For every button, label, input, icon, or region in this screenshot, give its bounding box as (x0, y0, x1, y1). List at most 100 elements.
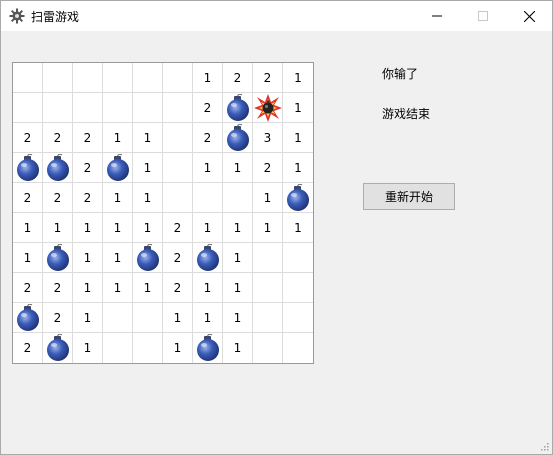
board-cell[interactable] (193, 333, 223, 363)
restart-button[interactable]: 重新开始 (363, 183, 455, 210)
board-cell[interactable]: 1 (163, 303, 193, 333)
board-cell[interactable]: 1 (193, 303, 223, 333)
board-cell[interactable]: 1 (103, 183, 133, 213)
board-cell[interactable]: 1 (43, 213, 73, 243)
board-cell[interactable]: 2 (193, 93, 223, 123)
board-cell[interactable] (13, 93, 43, 123)
board-cell[interactable] (13, 153, 43, 183)
board-cell[interactable] (223, 93, 253, 123)
board-cell[interactable]: 1 (103, 273, 133, 303)
board-cell[interactable]: 1 (223, 153, 253, 183)
board-cell[interactable] (133, 333, 163, 363)
board-cell[interactable] (103, 153, 133, 183)
board-cell[interactable]: 2 (13, 183, 43, 213)
board-cell[interactable] (253, 303, 283, 333)
board-cell[interactable] (163, 93, 193, 123)
board-cell[interactable] (193, 183, 223, 213)
board-cell[interactable]: 1 (133, 213, 163, 243)
board-cell[interactable]: 1 (133, 123, 163, 153)
board-cell[interactable]: 2 (43, 183, 73, 213)
maximize-button[interactable] (460, 1, 506, 31)
board-cell[interactable]: 1 (283, 93, 313, 123)
board-cell[interactable]: 2 (73, 183, 103, 213)
board-cell[interactable]: 1 (223, 303, 253, 333)
board-cell[interactable] (43, 153, 73, 183)
board-cell[interactable] (43, 93, 73, 123)
board-cell[interactable]: 3 (253, 123, 283, 153)
board-cell[interactable] (103, 63, 133, 93)
board-cell[interactable]: 1 (73, 213, 103, 243)
board-cell[interactable]: 2 (13, 123, 43, 153)
board-cell[interactable]: 2 (43, 273, 73, 303)
board-cell[interactable] (283, 243, 313, 273)
board-cell[interactable] (43, 63, 73, 93)
board-cell[interactable]: 1 (73, 273, 103, 303)
board-cell[interactable] (283, 303, 313, 333)
board-cell[interactable]: 2 (163, 213, 193, 243)
board-cell[interactable]: 1 (133, 273, 163, 303)
board-cell[interactable] (133, 243, 163, 273)
resize-grip-icon[interactable] (539, 441, 549, 451)
board-cell[interactable] (103, 333, 133, 363)
board-cell[interactable]: 1 (283, 123, 313, 153)
board-cell[interactable] (283, 273, 313, 303)
board-cell[interactable]: 2 (223, 63, 253, 93)
board-cell[interactable] (253, 93, 283, 123)
board-cell[interactable] (283, 183, 313, 213)
board-cell[interactable]: 2 (43, 303, 73, 333)
board-cell[interactable]: 1 (283, 153, 313, 183)
board-cell[interactable]: 1 (103, 123, 133, 153)
board-cell[interactable]: 1 (13, 243, 43, 273)
board-cell[interactable]: 1 (133, 153, 163, 183)
board-cell[interactable] (43, 243, 73, 273)
board-cell[interactable]: 1 (73, 243, 103, 273)
board-cell[interactable]: 1 (253, 183, 283, 213)
board-cell[interactable] (193, 243, 223, 273)
board-cell[interactable]: 1 (283, 63, 313, 93)
close-button[interactable] (506, 1, 552, 31)
board-cell[interactable] (253, 273, 283, 303)
board-cell[interactable] (163, 123, 193, 153)
board-cell[interactable]: 2 (73, 123, 103, 153)
board-cell[interactable] (133, 93, 163, 123)
board-cell[interactable]: 2 (13, 273, 43, 303)
board-cell[interactable] (103, 303, 133, 333)
board-cell[interactable] (163, 153, 193, 183)
board-cell[interactable]: 1 (163, 333, 193, 363)
board-cell[interactable] (163, 63, 193, 93)
board-cell[interactable] (13, 63, 43, 93)
board-cell[interactable]: 1 (223, 333, 253, 363)
board-cell[interactable]: 1 (103, 243, 133, 273)
board-cell[interactable]: 2 (253, 153, 283, 183)
board-cell[interactable] (73, 93, 103, 123)
board-cell[interactable]: 1 (253, 213, 283, 243)
board-cell[interactable] (43, 333, 73, 363)
board-cell[interactable]: 2 (163, 273, 193, 303)
board-cell[interactable]: 2 (193, 123, 223, 153)
board-cell[interactable]: 2 (13, 333, 43, 363)
board-cell[interactable] (253, 333, 283, 363)
board-cell[interactable]: 1 (193, 153, 223, 183)
board-cell[interactable]: 1 (133, 183, 163, 213)
board-cell[interactable]: 1 (73, 333, 103, 363)
board-cell[interactable] (283, 333, 313, 363)
board-cell[interactable]: 2 (43, 123, 73, 153)
board-cell[interactable]: 1 (223, 243, 253, 273)
board-cell[interactable]: 1 (193, 213, 223, 243)
board-cell[interactable]: 1 (283, 213, 313, 243)
minimize-button[interactable] (414, 1, 460, 31)
board-cell[interactable]: 1 (103, 213, 133, 243)
board-cell[interactable]: 1 (223, 273, 253, 303)
board-cell[interactable] (13, 303, 43, 333)
board-cell[interactable] (223, 183, 253, 213)
board-cell[interactable] (163, 183, 193, 213)
board-cell[interactable] (133, 303, 163, 333)
board-cell[interactable]: 1 (13, 213, 43, 243)
board-cell[interactable]: 2 (253, 63, 283, 93)
board-cell[interactable] (73, 63, 103, 93)
board-cell[interactable] (223, 123, 253, 153)
board-cell[interactable]: 2 (163, 243, 193, 273)
board-cell[interactable]: 1 (193, 63, 223, 93)
board-cell[interactable] (133, 63, 163, 93)
board-cell[interactable]: 1 (223, 213, 253, 243)
